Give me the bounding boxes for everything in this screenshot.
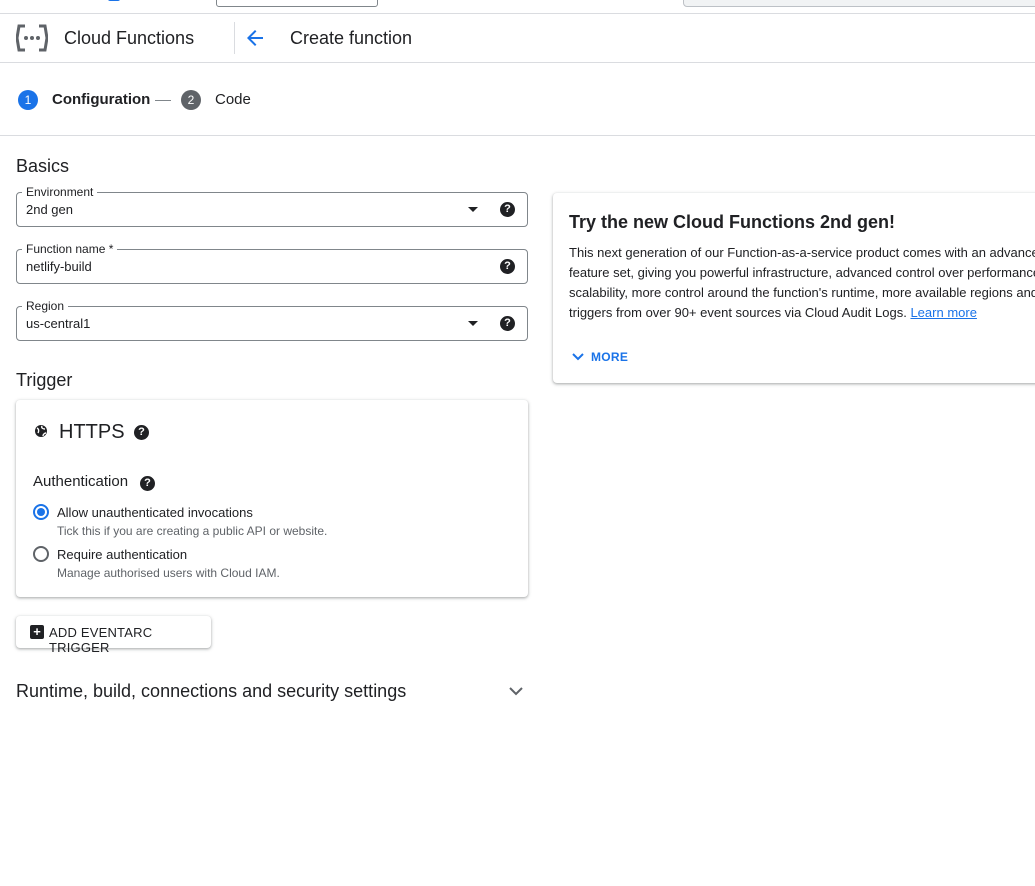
stepper: 1 Configuration 2 Code [0,63,1035,136]
page-title: Create function [290,28,413,48]
region-value[interactable]: us-central1 [26,316,90,331]
promo-line: triggers from over 90+ event sources via… [569,303,1035,323]
promo-line: feature set, giving you powerful infrast… [569,265,1035,280]
region-label: Region [22,299,69,313]
add-eventarc-trigger-label[interactable]: ADD EVENTARC TRIGGER [49,625,211,655]
step-label-code[interactable]: Code [215,90,251,110]
runtime-settings-title[interactable]: Runtime, build, connections and security… [16,681,406,702]
dropdown-arrow-icon[interactable] [468,207,478,212]
promo-title: Try the new Cloud Functions 2nd gen! [569,212,896,232]
promo-line: This next generation of our Function-as-… [569,245,1035,260]
authentication-title: Authentication [33,473,129,490]
help-icon[interactable]: ? [500,316,515,331]
require-authentication-label[interactable]: Require authentication [57,547,187,562]
step-number-configuration[interactable]: 1 [18,90,38,110]
allow-unauthenticated-label[interactable]: Allow unauthenticated invocations [57,505,253,520]
environment-label: Environment [22,185,98,199]
step-number-code[interactable]: 2 [181,90,201,110]
allow-unauthenticated-radio[interactable] [33,504,49,520]
page-header: Cloud Functions Create function [0,14,1035,63]
help-icon[interactable]: ? [134,425,149,440]
add-box-icon: + [30,625,44,639]
help-icon[interactable]: ? [500,202,515,217]
trigger-type-label: HTTPS [59,421,125,443]
chevron-down-icon[interactable] [508,683,524,699]
runtime-settings-expander[interactable]: Runtime, build, connections and security… [16,678,528,706]
add-eventarc-trigger-button[interactable]: + ADD EVENTARC TRIGGER [16,616,211,655]
function-name-field[interactable]: Function name * netlify-build ? [16,242,528,284]
help-icon[interactable]: ? [500,259,515,274]
step-label-configuration[interactable]: Configuration [52,90,150,110]
gen2-promo-card: Try the new Cloud Functions 2nd gen! Thi… [553,193,1035,383]
promo-line: scalability, more control around the fun… [569,285,1035,300]
function-name-label: Function name * [22,242,118,256]
top-tab-indicator [108,0,120,1]
trigger-card: HTTPS ? Authentication ? Allow unauthent… [16,400,528,597]
learn-more-link[interactable]: Learn more [910,305,976,320]
header-divider [234,22,235,54]
global-search-box[interactable] [683,0,1035,7]
step-connector [155,100,171,101]
dropdown-arrow-icon[interactable] [468,321,478,326]
chevron-down-icon [572,353,584,361]
project-selector[interactable] [216,0,378,7]
trigger-title: Trigger [16,370,73,390]
basics-title: Basics [16,156,70,176]
cloud-functions-logo-icon [16,24,48,52]
require-authentication-hint: Manage authorised users with Cloud IAM. [57,566,280,580]
promo-body: This next generation of our Function-as-… [569,243,1035,323]
help-icon[interactable]: ? [140,476,155,491]
promo-line-text: triggers from over 90+ event sources via… [569,305,907,320]
function-name-input[interactable]: netlify-build [26,259,92,274]
require-authentication-radio[interactable] [33,546,49,562]
environment-select[interactable]: Environment 2nd gen ? [16,185,528,227]
top-toolbar-strip [0,0,1035,14]
allow-unauthenticated-hint: Tick this if you are creating a public A… [57,524,328,538]
arrow-back-icon[interactable] [243,26,267,50]
region-select[interactable]: Region us-central1 ? [16,299,528,341]
product-title[interactable]: Cloud Functions [64,28,194,49]
environment-value[interactable]: 2nd gen [26,202,73,217]
more-label[interactable]: MORE [591,350,628,364]
globe-icon [35,425,47,437]
